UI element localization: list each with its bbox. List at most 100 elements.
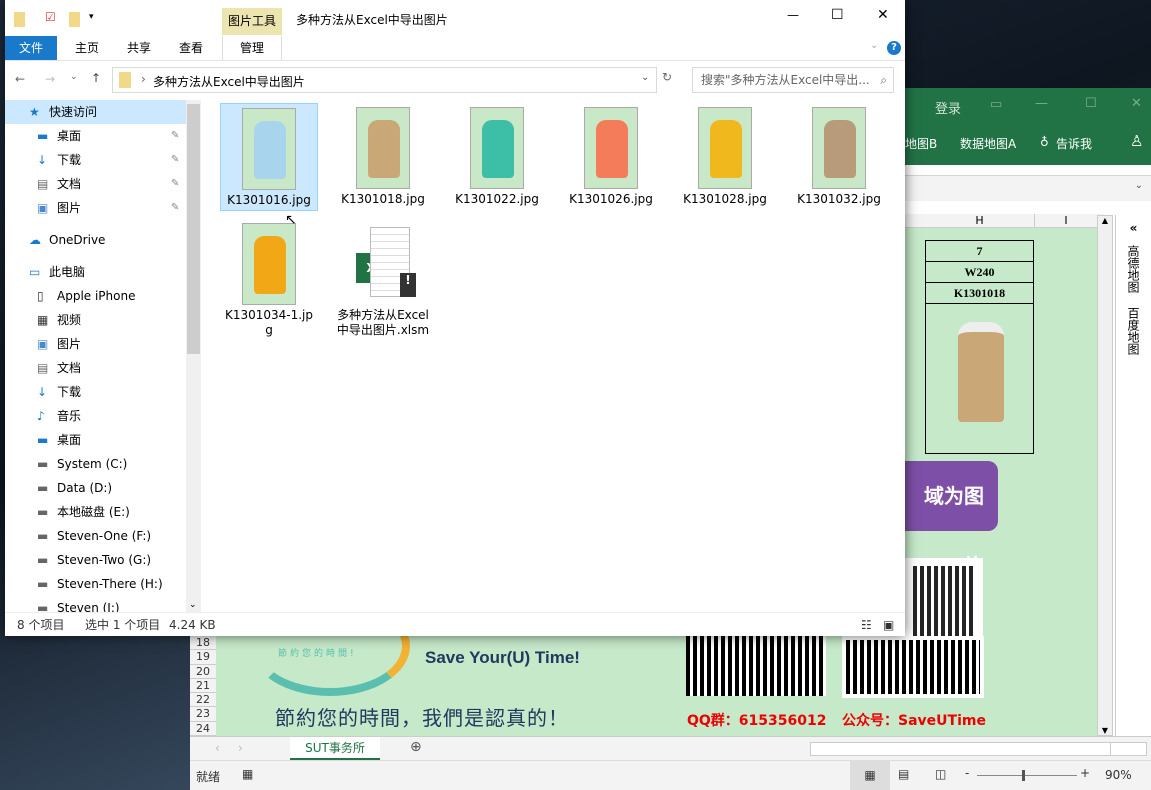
nav-item[interactable]: ▯ Apple iPhone <box>5 284 201 308</box>
page-break-icon[interactable]: ◫ <box>935 767 946 781</box>
back-button[interactable]: ← <box>15 72 25 86</box>
zoom-out-button[interactable]: - <box>965 766 969 780</box>
export-range-button[interactable]: 域为图片 <box>905 461 998 578</box>
row-header[interactable]: 24 <box>190 721 216 737</box>
formula-bar[interactable]: ⌄ <box>905 175 1151 201</box>
new-folder-icon[interactable] <box>69 12 80 27</box>
share-user-icon[interactable]: ♙ <box>1130 132 1143 150</box>
pin-icon[interactable]: ✎ <box>171 124 179 148</box>
zoom-slider[interactable] <box>977 770 1077 781</box>
row-header[interactable]: 20 <box>190 664 216 679</box>
tab-home[interactable]: 主页 <box>65 36 109 60</box>
zoom-in-button[interactable]: + <box>1080 766 1090 780</box>
column-header-i[interactable]: I <box>1035 214 1097 227</box>
close-button[interactable]: ✕ <box>877 7 889 23</box>
tab-file[interactable]: 文件 <box>5 36 57 60</box>
breadcrumb[interactable]: 多种方法从Excel中导出图片 <box>153 73 305 90</box>
row-header[interactable]: 19 <box>190 650 216 665</box>
page-layout-icon[interactable]: ▤ <box>898 767 909 781</box>
maximize-button[interactable]: ☐ <box>1085 96 1097 111</box>
ribbon-tab-map-b[interactable]: 地图B <box>905 135 937 152</box>
ribbon-tab-map-a[interactable]: 数据地图A <box>960 135 1016 152</box>
file-item[interactable]: K1301016.jpg <box>220 103 318 211</box>
sheet-bottom-area[interactable]: 18 19 20 21 22 23 24 節約您的時間! Save Your(U… <box>190 596 1097 737</box>
address-bar[interactable]: › 多种方法从Excel中导出图片 ⌄ <box>112 67 657 93</box>
prev-sheet-icon[interactable]: ‹ <box>215 741 220 755</box>
row-header[interactable]: 21 <box>190 678 216 694</box>
dropdown-icon[interactable]: ▾ <box>89 12 94 22</box>
nav-item[interactable]: ▬ 桌面 ✎ <box>5 124 201 148</box>
zoom-level[interactable]: 90% <box>1105 768 1132 782</box>
nav-item[interactable]: ▬ 本地磁盘 (E:) <box>5 500 201 524</box>
tab-view[interactable]: 查看 <box>169 36 213 60</box>
nav-item[interactable]: ▤ 文档 ✎ <box>5 172 201 196</box>
file-item[interactable]: K1301028.jpg <box>676 103 774 209</box>
nav-item[interactable]: ▦ 视频 <box>5 308 201 332</box>
minimize-button[interactable]: — <box>1035 96 1048 111</box>
details-view-icon[interactable]: ☷ <box>861 613 872 637</box>
file-item[interactable]: K1301022.jpg <box>448 103 546 209</box>
nav-item[interactable]: ▤ 文档 <box>5 356 201 380</box>
next-sheet-icon[interactable]: › <box>238 741 243 755</box>
row-header[interactable]: 23 <box>190 707 216 722</box>
nav-item[interactable]: ↓ 下载 <box>5 380 201 404</box>
vertical-scrollbar[interactable]: ▲ ▼ <box>1097 215 1113 736</box>
folder-icon[interactable] <box>14 12 25 27</box>
nav-item[interactable]: ▬ Steven-There (H:) <box>5 572 201 596</box>
help-icon[interactable]: ? <box>887 41 901 55</box>
add-sheet-icon[interactable]: ⊕ <box>410 739 422 755</box>
maximize-button[interactable]: ☐ <box>831 7 844 23</box>
nav-item[interactable]: ★ 快速访问 <box>5 100 201 124</box>
recent-locations-icon[interactable]: ⌄ <box>70 72 78 82</box>
pin-icon[interactable]: ✎ <box>171 172 179 196</box>
tab-manage[interactable]: 管理 <box>222 36 282 60</box>
pin-icon[interactable]: ✎ <box>171 196 179 220</box>
nav-item[interactable]: ▭ 此电脑 <box>5 260 201 284</box>
nav-item[interactable]: ▬ Steven-Two (G:) <box>5 548 201 572</box>
chevron-down-icon[interactable]: ⌄ <box>1135 180 1143 191</box>
large-icons-view-icon[interactable]: ▣ <box>883 613 894 637</box>
refresh-button[interactable]: ↻ <box>662 70 684 96</box>
horizontal-scrollbar[interactable] <box>810 742 1147 756</box>
macro-record-icon[interactable]: ▦ <box>242 767 253 781</box>
file-item[interactable]: X! 多种方法从Excel中导出图片.xlsm <box>334 219 432 340</box>
file-item[interactable]: K1301026.jpg <box>562 103 660 209</box>
minimize-button[interactable]: — <box>787 8 799 22</box>
nav-item[interactable]: ▣ 图片 <box>5 332 201 356</box>
forward-button[interactable]: → <box>45 72 55 86</box>
nav-scrollbar[interactable]: ⌄ <box>186 100 201 612</box>
row-header[interactable]: 22 <box>190 693 216 708</box>
file-item[interactable]: K1301032.jpg <box>790 103 888 209</box>
close-button[interactable]: ✕ <box>1131 96 1142 111</box>
normal-view-icon[interactable]: ▦ <box>850 761 890 790</box>
tell-me-button[interactable]: 告诉我 <box>1056 135 1092 152</box>
address-dropdown-icon[interactable]: ⌄ <box>641 72 649 83</box>
row-header[interactable]: 18 <box>190 636 216 651</box>
login-link[interactable]: 登录 <box>935 98 961 117</box>
up-button[interactable]: ↑ <box>91 71 101 85</box>
baidu-map-tab[interactable]: 百度地图 <box>1125 307 1142 355</box>
sheet-tab[interactable]: SUT事务所 <box>290 737 380 760</box>
nav-item[interactable]: ▬ Steven-One (F:) <box>5 524 201 548</box>
nav-item[interactable]: ☁ OneDrive <box>5 228 201 252</box>
nav-item[interactable]: ▬ System (C:) <box>5 452 201 476</box>
properties-icon[interactable]: ☑ <box>45 10 56 24</box>
nav-item[interactable]: ▬ 桌面 <box>5 428 201 452</box>
nav-item[interactable]: ♪ 音乐 <box>5 404 201 428</box>
column-header-h[interactable]: H <box>925 214 1035 227</box>
search-icon[interactable]: ⌕ <box>880 68 887 92</box>
expand-ribbon-icon[interactable]: ⌄ <box>870 40 878 51</box>
nav-item[interactable]: ↓ 下载 ✎ <box>5 148 201 172</box>
search-input[interactable]: 搜索"多种方法从Excel中导出... ⌕ <box>692 67 894 93</box>
tab-share[interactable]: 共享 <box>117 36 161 60</box>
collapse-icon[interactable]: « <box>1116 221 1151 235</box>
nav-item[interactable]: ▬ Data (D:) <box>5 476 201 500</box>
file-item[interactable]: K1301034-1.jpg <box>220 219 318 340</box>
breadcrumb-separator-icon[interactable]: › <box>141 72 146 86</box>
scroll-down-icon[interactable]: ⌄ <box>189 600 197 610</box>
ribbon-display-icon[interactable]: ▭ <box>990 97 1002 112</box>
pin-icon[interactable]: ✎ <box>171 148 179 172</box>
amap-tab[interactable]: 高德地图 <box>1125 245 1142 293</box>
nav-item[interactable]: ▬ Steven (I:) <box>5 596 201 612</box>
nav-item[interactable]: ▣ 图片 ✎ <box>5 196 201 220</box>
